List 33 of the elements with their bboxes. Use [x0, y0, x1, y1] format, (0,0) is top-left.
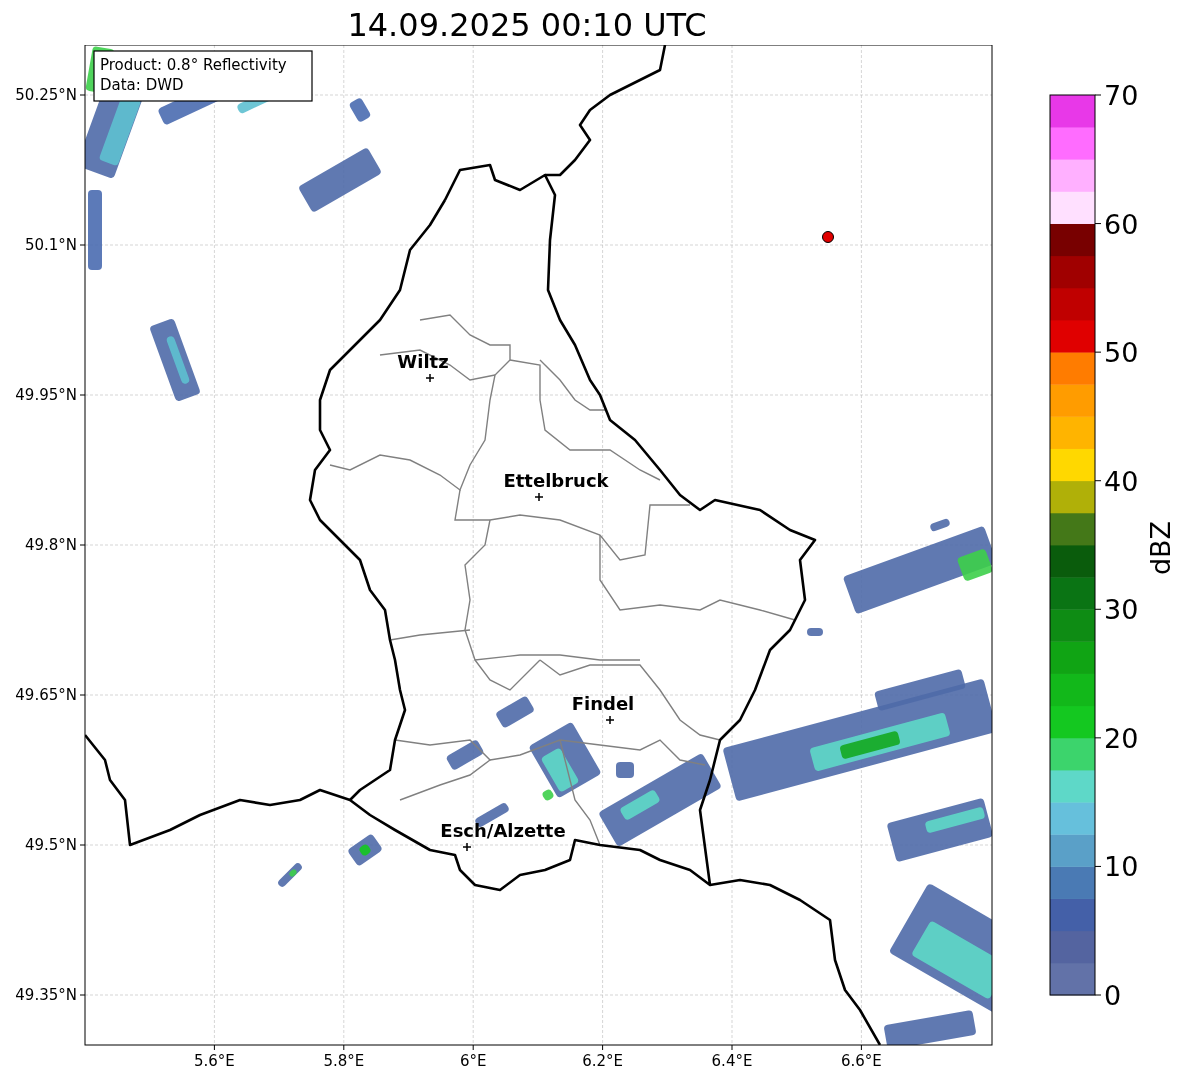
longitude-label: 6.2°E	[582, 1052, 623, 1070]
colorbar-tick-label: 10	[1104, 851, 1139, 883]
latitude-label: 49.65°N	[15, 686, 77, 704]
colorbar-label: dBZ	[1145, 520, 1176, 576]
colorbar-tick-label: 20	[1104, 722, 1139, 754]
colorbar-tick-label: 60	[1104, 208, 1139, 240]
city-marker-icon	[534, 492, 544, 502]
radar-site-marker	[822, 231, 834, 243]
colorbar-tick-label: 0	[1104, 980, 1122, 1011]
city-label: Esch/Alzette	[440, 820, 566, 841]
latitude-label: 49.35°N	[15, 986, 77, 1004]
colorbar-tick-label: 70	[1104, 80, 1139, 111]
latitude-label: 49.8°N	[24, 536, 77, 554]
plot-title: 14.09.2025 00:10 UTC	[347, 5, 707, 45]
longitude-label: 6°E	[459, 1052, 487, 1070]
city-marker-icon	[605, 715, 615, 725]
latitude-label: 50.25°N	[15, 86, 77, 104]
city-label: Findel	[571, 693, 635, 714]
city-marker-icon	[462, 842, 472, 852]
colorbar-tick-label: 30	[1104, 594, 1139, 626]
longitude-label: 5.8°E	[323, 1052, 365, 1070]
latitude-label: 49.95°N	[15, 386, 77, 404]
longitude-label: 6.6°E	[841, 1052, 882, 1070]
colorbar-tick-label: 40	[1104, 465, 1139, 497]
colorbar-tick-label: 50	[1104, 337, 1139, 369]
longitude-label: 6.4°E	[711, 1052, 753, 1070]
latitude-label: 50.1°N	[24, 236, 77, 254]
city-marker-icon	[425, 373, 435, 383]
longitude-label: 5.6°E	[194, 1052, 235, 1070]
info-box: Product: 0.8° Reflectivity Data: DWD	[93, 50, 313, 102]
latitude-label: 49.5°N	[24, 836, 77, 854]
city-label: Ettelbruck	[503, 470, 609, 491]
city-label: Wiltz	[397, 351, 449, 372]
